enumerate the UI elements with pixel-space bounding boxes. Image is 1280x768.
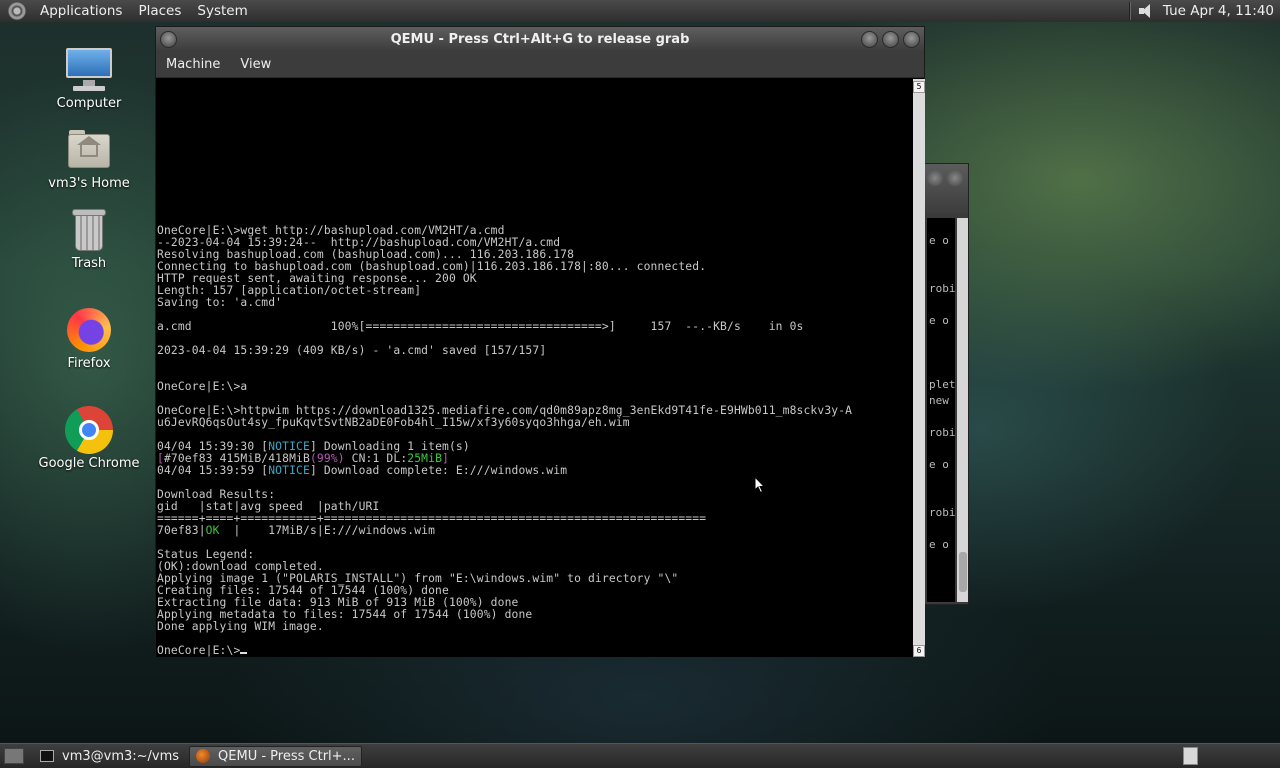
- show-desktop-icon[interactable]: [4, 748, 24, 764]
- console-text: OneCore|E:\>: [157, 644, 241, 657]
- background-text-fragment: plet: [929, 378, 955, 391]
- desktop-icon-label: vm3's Home: [48, 176, 130, 191]
- desktop-icon-label: Google Chrome: [38, 456, 140, 471]
- console-text: 70ef83|: [157, 524, 206, 537]
- console-line: 70ef83|OK | 17MiB/s|E:///windows.wim: [157, 525, 435, 537]
- background-text-fragment: robi: [929, 506, 955, 519]
- clock[interactable]: Tue Apr 4, 11:40: [1163, 3, 1276, 19]
- desktop-icon-firefox[interactable]: Firefox: [34, 306, 144, 371]
- console-text: NOTICE: [268, 464, 310, 477]
- desktop-icon-home[interactable]: vm3's Home: [34, 126, 144, 191]
- console-text: OK: [205, 524, 220, 537]
- vm-console-screen[interactable]: OneCore|E:\>wget http://bashupload.com/V…: [156, 79, 913, 657]
- console-line: 2023-04-04 15:39:29 (409 KB/s) - 'a.cmd'…: [157, 345, 546, 357]
- home-folder-icon: [65, 126, 113, 174]
- console-line: OneCore|E:\>: [157, 644, 248, 657]
- console-line: a.cmd 100%[=============================…: [157, 321, 803, 333]
- background-terminal-text: e o robi e o plet new robi e o robi e o: [927, 218, 955, 602]
- bottom-taskbar: vm3@vm3:~/vms QEMU - Press Ctrl+...: [0, 743, 1280, 768]
- desktop-icon-label: Computer: [56, 96, 122, 111]
- console-line: u6JevRQ6qsOut4sy_fpuKqvtSvtNB2aDE0Fob4hl…: [157, 417, 630, 429]
- menu-machine[interactable]: Machine: [156, 52, 230, 78]
- scroll-top-marker: 5: [913, 81, 925, 93]
- console-text: ] Download complete: E:///windows.wim: [309, 464, 568, 477]
- console-line: OneCore|E:\>a: [157, 381, 247, 393]
- qemu-icon: [196, 749, 211, 763]
- qemu-menubar: Machine View: [156, 52, 924, 78]
- workspace-switcher[interactable]: [1183, 747, 1198, 765]
- window-menu-icon[interactable]: [160, 31, 177, 48]
- chrome-icon: [65, 406, 113, 454]
- background-terminal-window[interactable]: e o robi e o plet new robi e o robi e o: [924, 163, 969, 605]
- vm-scrollbar[interactable]: 5 6: [913, 79, 925, 657]
- desktop-icon-trash[interactable]: Trash: [34, 206, 144, 271]
- console-text: Done applying WIM image.: [157, 620, 324, 633]
- minimize-icon[interactable]: [861, 31, 878, 48]
- top-panel-tray: Tue Apr 4, 11:40: [1128, 0, 1276, 22]
- scroll-bottom-marker: 6: [913, 645, 925, 657]
- menu-view[interactable]: View: [230, 52, 281, 78]
- console-line: 04/04 15:39:59 [NOTICE] Download complet…: [157, 465, 567, 477]
- task-qemu[interactable]: QEMU - Press Ctrl+...: [189, 745, 362, 767]
- console-text: 04/04 15:39:59 [: [157, 464, 269, 477]
- background-text-fragment: e o: [929, 458, 949, 471]
- terminal-icon: [40, 750, 54, 762]
- task-label: QEMU - Press Ctrl+...: [218, 748, 355, 764]
- volume-icon[interactable]: [1137, 2, 1155, 20]
- qemu-window[interactable]: QEMU - Press Ctrl+Alt+G to release grab …: [155, 26, 925, 657]
- background-text-fragment: e o: [929, 314, 949, 327]
- background-terminal-scrollbar[interactable]: [957, 218, 968, 602]
- task-label: vm3@vm3:~/vms: [62, 748, 180, 764]
- desktop-icon-label: Trash: [71, 256, 107, 271]
- console-line: Done applying WIM image.: [157, 621, 324, 633]
- scrollbar-thumb[interactable]: [959, 552, 967, 592]
- tray-separator: [1128, 2, 1131, 20]
- console-text: | 17MiB/s|E:///windows.wim: [219, 524, 436, 537]
- console-line: Saving to: 'a.cmd': [157, 297, 282, 309]
- qemu-titlebar[interactable]: QEMU - Press Ctrl+Alt+G to release grab: [156, 27, 924, 52]
- maximize-icon[interactable]: [882, 31, 899, 48]
- desktop-icon-computer[interactable]: Computer: [34, 46, 144, 111]
- menu-applications[interactable]: Applications: [32, 0, 130, 22]
- background-text-fragment: robi: [929, 426, 955, 439]
- background-text-fragment: e o: [929, 538, 949, 551]
- console-text: Saving to: 'a.cmd': [157, 296, 283, 309]
- computer-icon: [65, 46, 113, 94]
- task-terminal[interactable]: vm3@vm3:~/vms: [34, 746, 185, 767]
- background-text-fragment: e o: [929, 234, 949, 247]
- desktop-icon-chrome[interactable]: Google Chrome: [34, 406, 144, 471]
- background-text-fragment: robi: [929, 282, 955, 295]
- console-text: 2023-04-04 15:39:29 (409 KB/s) - 'a.cmd'…: [157, 344, 547, 357]
- window-button-icon[interactable]: [947, 170, 963, 186]
- firefox-icon: [65, 306, 113, 354]
- menu-system[interactable]: System: [189, 0, 255, 22]
- desktop-icon-label: Firefox: [67, 356, 111, 371]
- background-text-fragment: new: [929, 394, 949, 407]
- trash-icon: [65, 206, 113, 254]
- console-text: u6JevRQ6qsOut4sy_fpuKqvtSvtNB2aDE0Fob4hl…: [157, 416, 630, 429]
- close-icon[interactable]: [903, 31, 920, 48]
- distro-logo-icon[interactable]: [8, 2, 26, 20]
- console-text: a.cmd 100%[=============================…: [157, 320, 804, 333]
- menu-places[interactable]: Places: [130, 0, 189, 22]
- console-text: OneCore|E:\>a: [157, 380, 248, 393]
- text-cursor: [240, 652, 248, 654]
- window-button-icon[interactable]: [927, 170, 943, 186]
- window-title: QEMU - Press Ctrl+Alt+G to release grab: [390, 32, 690, 47]
- top-panel: Applications Places System Tue Apr 4, 11…: [0, 0, 1280, 22]
